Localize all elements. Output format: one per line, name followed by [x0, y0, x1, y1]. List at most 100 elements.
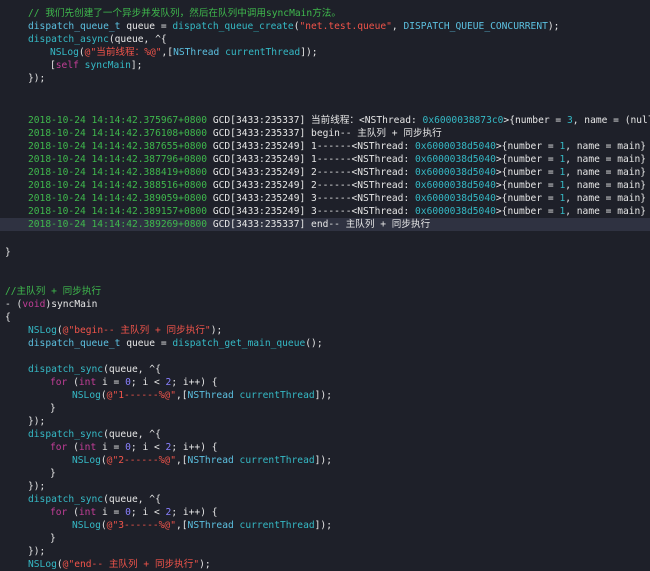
code-line: { [0, 311, 650, 324]
code-line: } [0, 402, 650, 415]
code-token: } [5, 247, 11, 258]
log-message-token: 3------<NSThread: [305, 206, 416, 217]
code-token: (queue, ^{ [103, 494, 161, 505]
code-line: for (int i = 0; i < 2; i++) { [0, 506, 650, 519]
log-message-token: 0x6000038d5040 [415, 193, 496, 204]
code-token: NSThread [187, 455, 234, 466]
log-process-id: GCD[3433:235249] [212, 206, 306, 217]
code-token: dispatch_get_main_queue [172, 338, 306, 349]
log-message-token: 3------<NSThread: [305, 193, 416, 204]
code-token: }); [28, 416, 46, 427]
code-token: @"begin-- 主队列 + 同步执行" [62, 325, 211, 336]
log-process-id: GCD[3433:235249] [212, 193, 306, 204]
log-message-token: 0x6000038d5040 [415, 167, 496, 178]
code-token: ); [547, 21, 560, 32]
log-timestamp: 2018-10-24 14:14:42.389059+0800 [28, 193, 208, 204]
code-token: NSThread [173, 47, 220, 58]
code-line: for (int i = 0; i < 2; i++) { [0, 441, 650, 454]
code-line: NSLog(@"2------%@",[NSThread currentThre… [0, 454, 650, 467]
console-log-line: 2018-10-24 14:14:42.388516+0800 GCD[3433… [0, 179, 650, 192]
code-token: dispatch_queue_t [28, 338, 121, 349]
code-token: ,[ [175, 520, 188, 531]
code-token: //主队列 + 同步执行 [5, 286, 102, 297]
code-token: i = [96, 377, 126, 388]
code-token: NSLog [72, 455, 101, 466]
log-message-token: , name = main} [565, 193, 647, 204]
code-token: (); [305, 338, 323, 349]
code-token: DISPATCH_QUEUE_CONCURRENT [403, 21, 548, 32]
log-message-token: , name = main} [565, 206, 647, 217]
code-token: ( [67, 442, 79, 453]
log-process-id: GCD[3433:235249] [212, 180, 306, 191]
log-message-token: 0x6000038d5040 [415, 141, 496, 152]
log-process-id: GCD[3433:235337] [212, 219, 306, 230]
console-log-line: 2018-10-24 14:14:42.389269+0800 GCD[3433… [0, 218, 650, 231]
code-token: ); [210, 325, 223, 336]
code-token: queue = [120, 21, 173, 32]
code-token: }); [28, 546, 46, 557]
code-line: dispatch_queue_t queue = dispatch_queue_… [0, 20, 650, 33]
log-timestamp: 2018-10-24 14:14:42.387796+0800 [28, 154, 208, 165]
code-line: } [0, 532, 650, 545]
code-token: }); [28, 481, 46, 492]
code-token: ]); [314, 455, 332, 466]
code-line: NSLog(@"当前线程：%@",[NSThread currentThread… [0, 46, 650, 59]
log-timestamp: 2018-10-24 14:14:42.375967+0800 [28, 115, 208, 126]
code-line: dispatch_sync(queue, ^{ [0, 493, 650, 506]
log-message-token: >{number = [495, 193, 560, 204]
code-line: //主队列 + 同步执行 [0, 285, 650, 298]
code-token: } [50, 403, 56, 414]
log-message-token: >{number = [495, 180, 560, 191]
code-token: queue = [120, 338, 173, 349]
code-token: NSLog [72, 390, 101, 401]
code-token: for [50, 507, 68, 518]
code-line: dispatch_sync(queue, ^{ [0, 363, 650, 376]
log-message-token: 1------<NSThread: [305, 141, 416, 152]
console-log-line: 2018-10-24 14:14:42.388419+0800 GCD[3433… [0, 166, 650, 179]
code-token: , [391, 21, 404, 32]
code-line: // 我们先创建了一个异步并发队列，然后在队列中调用syncMain方法。 [0, 7, 650, 20]
code-line: dispatch_queue_t queue = dispatch_get_ma… [0, 337, 650, 350]
code-token: NSThread [187, 390, 234, 401]
code-token: dispatch_async [28, 34, 109, 45]
code-token: ; i++) { [171, 442, 218, 453]
code-token: for [50, 377, 68, 388]
log-message-token: , name = main} [565, 167, 647, 178]
code-token: i = [96, 507, 126, 518]
code-token: currentThread [239, 455, 315, 466]
code-token: @"当前线程：%@" [84, 47, 162, 58]
code-editor[interactable]: // 我们先创建了一个异步并发队列，然后在队列中调用syncMain方法。 dis… [0, 0, 650, 570]
log-message-token: 2------<NSThread: [305, 167, 416, 178]
code-token: currentThread [225, 47, 301, 58]
code-token: currentThread [239, 520, 315, 531]
code-line: [self syncMain]; [0, 59, 650, 72]
code-token: dispatch_sync [28, 429, 104, 440]
code-line: dispatch_sync(queue, ^{ [0, 428, 650, 441]
log-timestamp: 2018-10-24 14:14:42.376108+0800 [28, 128, 208, 139]
code-token: @"1------%@" [106, 390, 176, 401]
code-token: (queue, ^{ [103, 429, 161, 440]
code-token: ; i++) { [171, 377, 218, 388]
code-token: NSThread [187, 520, 234, 531]
code-token: dispatch_sync [28, 494, 104, 505]
code-token: self [55, 60, 79, 71]
log-message-token: 0x6000038873c0 [422, 115, 504, 126]
console-log-line: 2018-10-24 14:14:42.387796+0800 GCD[3433… [0, 153, 650, 166]
log-message-token: 0x6000038d5040 [415, 206, 496, 217]
code-line: } [0, 467, 650, 480]
code-token: for [50, 442, 68, 453]
code-line: }); [0, 72, 650, 85]
code-token: } [50, 533, 56, 544]
code-token: void [22, 299, 46, 310]
code-token: ]); [300, 47, 318, 58]
log-message-token: 0x6000038d5040 [415, 180, 496, 191]
code-token: i = [96, 442, 126, 453]
code-token: syncMain [84, 60, 131, 71]
code-line: NSLog(@"begin-- 主队列 + 同步执行"); [0, 324, 650, 337]
log-timestamp: 2018-10-24 14:14:42.389157+0800 [28, 206, 208, 217]
code-token: ,[ [161, 47, 174, 58]
code-token: NSLog [72, 520, 101, 531]
console-log-line: 2018-10-24 14:14:42.375967+0800 GCD[3433… [0, 114, 650, 127]
code-token: ]); [314, 520, 332, 531]
code-token: ; i < [130, 377, 166, 388]
